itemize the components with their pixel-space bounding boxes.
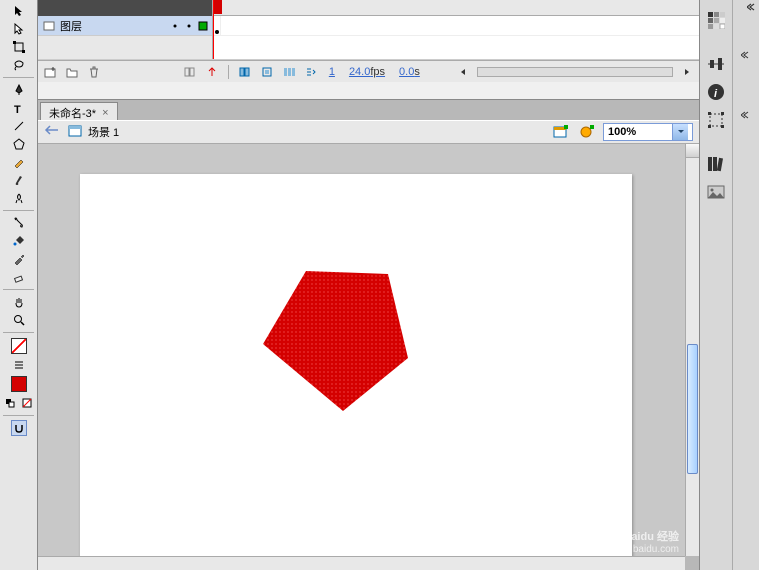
current-frame-number[interactable]: 1 bbox=[325, 66, 339, 78]
onion-markers-button[interactable] bbox=[281, 64, 297, 80]
document-tab[interactable]: 未命名-3* × bbox=[40, 102, 118, 120]
rectangle-tool[interactable] bbox=[11, 136, 27, 152]
layer-outline-icon[interactable] bbox=[198, 21, 208, 31]
stage-container: Baidu 经验 jingyan.baidu.com bbox=[38, 144, 699, 570]
vertical-scrollbar[interactable] bbox=[685, 144, 699, 556]
close-tab-button[interactable]: × bbox=[102, 107, 108, 119]
deco-tool[interactable] bbox=[11, 190, 27, 206]
new-layer-button[interactable] bbox=[42, 64, 58, 80]
scroll-left-button[interactable] bbox=[455, 64, 471, 80]
horizontal-scrollbar[interactable] bbox=[38, 556, 685, 570]
edit-scene-button[interactable] bbox=[551, 123, 571, 141]
timeline-h-scrollbar[interactable] bbox=[477, 67, 673, 77]
canvas[interactable] bbox=[80, 174, 632, 556]
layer-lock-icon[interactable] bbox=[184, 21, 194, 31]
swatches-panel-button[interactable] bbox=[704, 8, 728, 32]
edit-bar: 场景 1 100% bbox=[38, 120, 699, 144]
swap-colors[interactable] bbox=[5, 395, 15, 411]
modify-markers-button[interactable] bbox=[303, 64, 319, 80]
subselection-tool[interactable] bbox=[11, 21, 27, 37]
eyedropper-tool[interactable] bbox=[11, 251, 27, 267]
watermark: Baidu 经验 jingyan.baidu.com bbox=[598, 531, 679, 556]
scene-icon bbox=[68, 125, 82, 139]
document-tabs: 未命名-3* × bbox=[38, 100, 699, 120]
no-color[interactable] bbox=[22, 395, 32, 411]
chevron-b2-icon[interactable] bbox=[741, 110, 751, 120]
layer-visible-icon[interactable] bbox=[170, 21, 180, 31]
library-panel-button[interactable] bbox=[704, 152, 728, 176]
text-tool[interactable]: T bbox=[11, 100, 27, 116]
free-transform-tool[interactable] bbox=[11, 39, 27, 55]
elapsed-time[interactable]: 0.0s bbox=[395, 66, 424, 78]
edit-multiple-frames-button[interactable] bbox=[259, 64, 275, 80]
scroll-up-button[interactable] bbox=[686, 144, 699, 158]
playhead-marker[interactable] bbox=[213, 0, 222, 14]
paint-bucket-tool[interactable] bbox=[11, 233, 27, 249]
align-panel-button[interactable] bbox=[704, 52, 728, 76]
line-tool[interactable] bbox=[11, 118, 27, 134]
frames-area[interactable] bbox=[213, 0, 699, 59]
scroll-thumb[interactable] bbox=[687, 344, 698, 474]
hand-tool[interactable] bbox=[11, 294, 27, 310]
zoom-select[interactable]: 100% bbox=[603, 123, 693, 141]
keyframe[interactable] bbox=[213, 16, 221, 35]
selection-tool[interactable] bbox=[11, 3, 27, 19]
document-tab-title: 未命名-3* bbox=[49, 105, 96, 121]
onion-skin-outlines-button[interactable] bbox=[237, 64, 253, 80]
layer-icon bbox=[42, 19, 56, 33]
zoom-dropdown-arrow[interactable] bbox=[672, 124, 688, 140]
layer-row[interactable]: 图层 bbox=[38, 16, 212, 36]
center-frame-button[interactable] bbox=[204, 64, 220, 80]
scene-breadcrumb[interactable]: 场景 1 bbox=[88, 124, 119, 140]
pencil-tool[interactable] bbox=[11, 154, 27, 170]
lasso-tool[interactable] bbox=[11, 57, 27, 73]
zoom-tool[interactable] bbox=[11, 312, 27, 328]
transform-panel-button[interactable] bbox=[704, 108, 728, 132]
delete-layer-button[interactable] bbox=[86, 64, 102, 80]
pen-tool[interactable] bbox=[11, 82, 27, 98]
expand-panel-b-icon[interactable] bbox=[747, 2, 757, 12]
edit-symbol-button[interactable] bbox=[577, 123, 597, 141]
chevron-b1-icon[interactable] bbox=[741, 50, 751, 60]
brush-tool[interactable] bbox=[11, 172, 27, 188]
info-panel-button[interactable]: i bbox=[704, 80, 728, 104]
eraser-tool[interactable] bbox=[11, 269, 27, 285]
fill-color-swatch[interactable] bbox=[11, 376, 27, 392]
timeline-footer: 1 24.0fps 0.0s bbox=[38, 60, 699, 82]
stroke-options[interactable] bbox=[11, 357, 27, 373]
new-folder-button[interactable] bbox=[64, 64, 80, 80]
layers-column: 图层 bbox=[38, 0, 213, 59]
stroke-color-swatch[interactable] bbox=[11, 338, 27, 354]
playhead[interactable] bbox=[213, 0, 214, 59]
tools-panel: T bbox=[0, 0, 38, 570]
color-panel-button[interactable] bbox=[704, 180, 728, 204]
timeline-panel: 图层 bbox=[38, 0, 699, 100]
bone-tool[interactable] bbox=[11, 215, 27, 231]
scroll-right-button[interactable] bbox=[679, 64, 695, 80]
right-panels: i bbox=[699, 0, 759, 570]
onion-skin-button[interactable] bbox=[182, 64, 198, 80]
svg-text:T: T bbox=[14, 104, 21, 114]
fps-value[interactable]: 24.0fps bbox=[345, 66, 389, 78]
snap-option[interactable] bbox=[11, 420, 27, 436]
layer-name: 图层 bbox=[60, 18, 82, 34]
stage-viewport[interactable] bbox=[38, 144, 685, 556]
zoom-value: 100% bbox=[608, 126, 636, 138]
pentagon-shape[interactable] bbox=[258, 266, 418, 426]
back-button[interactable] bbox=[44, 124, 62, 140]
